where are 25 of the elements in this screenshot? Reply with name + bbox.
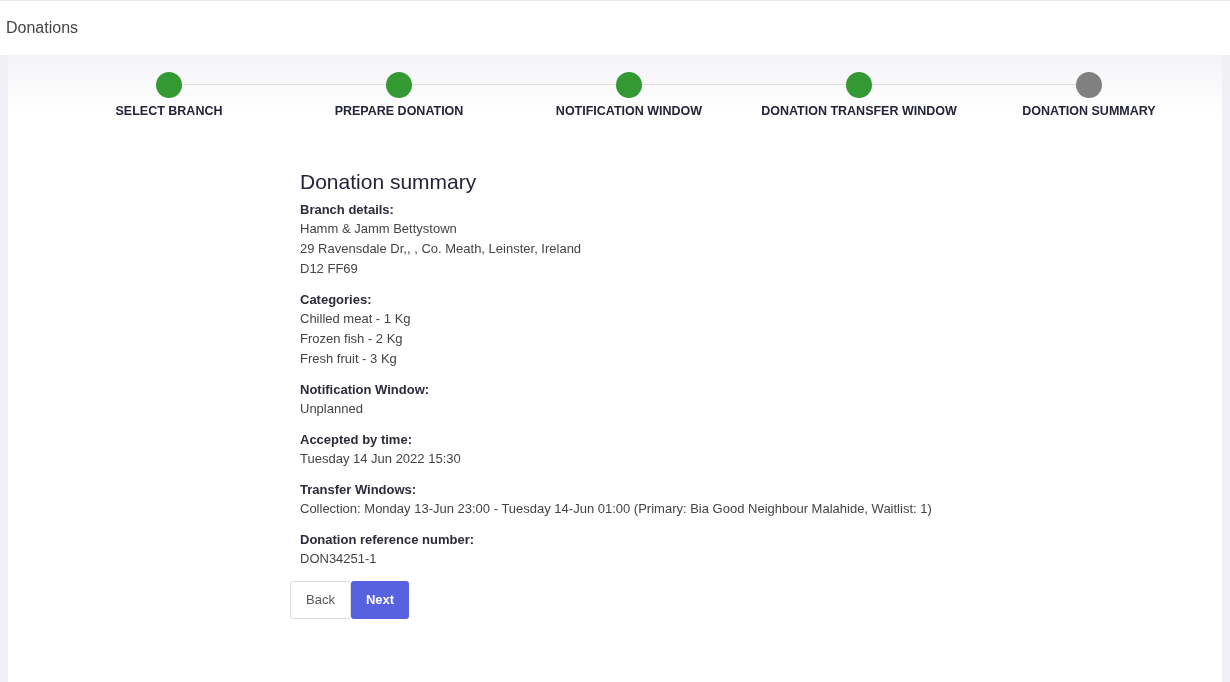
step-label: SELECT BRANCH	[115, 103, 223, 120]
section-heading: Donation reference number:	[300, 530, 476, 549]
next-button[interactable]: Next	[350, 580, 410, 619]
section-text: Frozen fish - 2 Kg	[300, 329, 404, 348]
section-heading: Categories:	[300, 290, 373, 309]
section-text: D12 FF69	[300, 259, 359, 278]
step-label: DONATION TRANSFER WINDOW	[761, 103, 957, 120]
section-text: 29 Ravensdale Dr,, , Co. Meath, Leinster, Ireland	[300, 239, 583, 258]
step-label: NOTIFICATION WINDOW	[555, 103, 703, 120]
back-button[interactable]: Back	[290, 580, 351, 619]
section-heading: Branch details:	[300, 200, 395, 219]
section-heading: Accepted by time:	[300, 430, 413, 449]
section-text: Tuesday 14 Jun 2022 15:30	[300, 449, 462, 468]
section-heading: Transfer Windows:	[300, 480, 418, 499]
page-title: Donations	[6, 18, 79, 38]
section-text: Fresh fruit - 3 Kg	[300, 349, 398, 368]
step-label: DONATION SUMMARY	[1022, 103, 1156, 120]
summary-title: Donation summary	[300, 168, 478, 195]
section-text: DON34251-1	[300, 549, 378, 568]
section-text: Unplanned	[300, 399, 364, 418]
section-text: Collection: Monday 13-Jun 23:00 - Tuesday 14-Jun 01:00 (Primary: Bia Good Neighbour Malahide, Waitlist: 1)	[300, 499, 933, 518]
step-label: PREPARE DONATION	[334, 103, 464, 120]
section-text: Hamm & Jamm Bettystown	[300, 219, 458, 238]
section-heading: Notification Window:	[300, 380, 431, 399]
section-text: Chilled meat - 1 Kg	[300, 309, 412, 328]
